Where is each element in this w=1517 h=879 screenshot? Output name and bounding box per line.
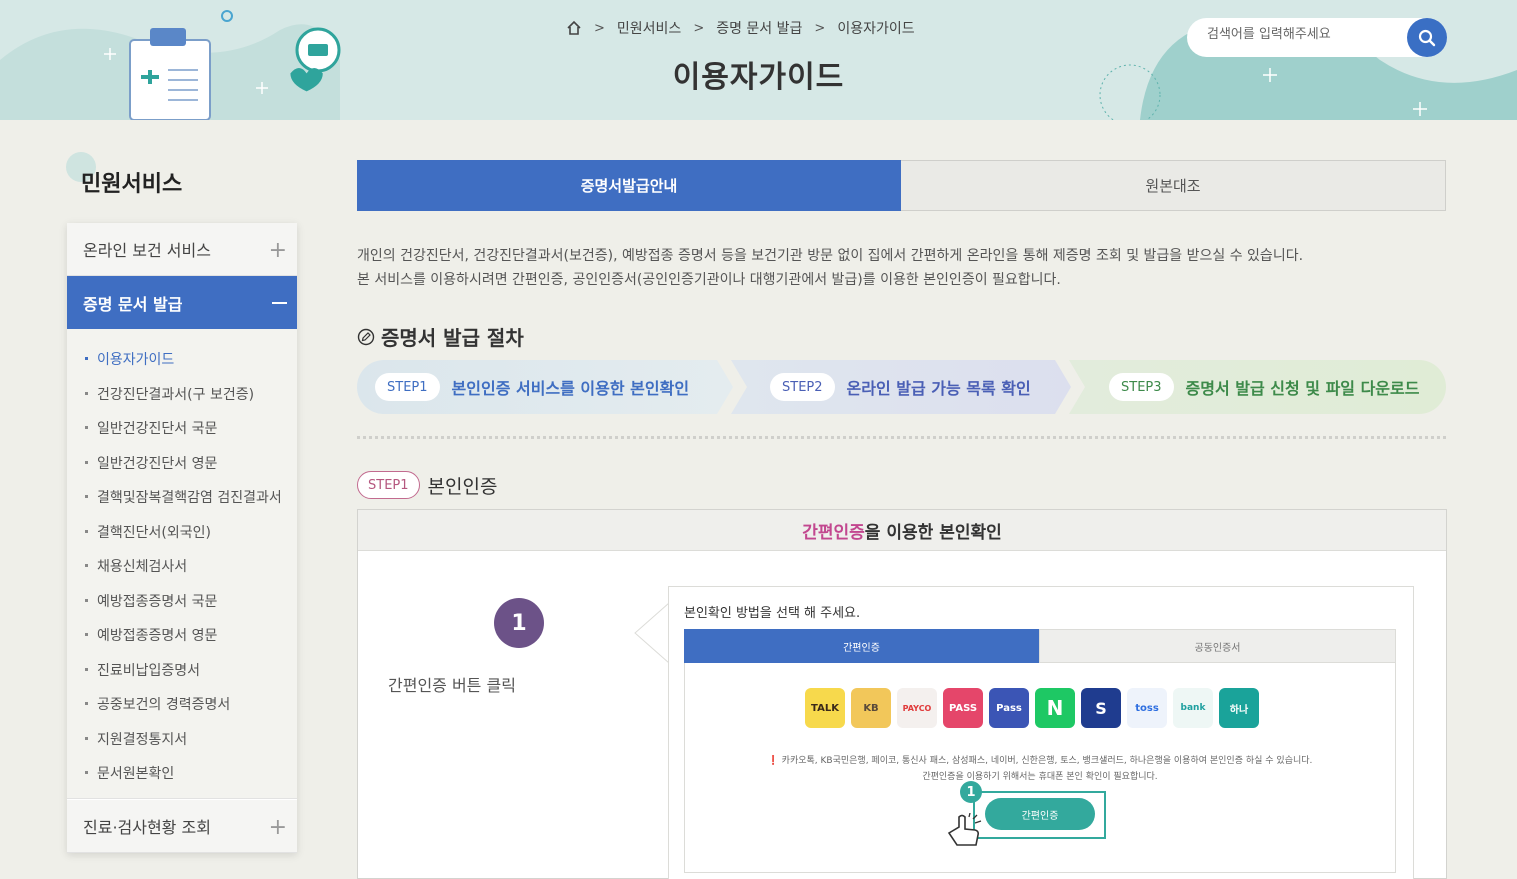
sidebar-item-certificate-issue[interactable]: 증명 문서 발급 bbox=[67, 276, 297, 329]
content-tabs: 증명서발급안내 원본대조 bbox=[357, 160, 1446, 211]
auth-question: 본인확인 방법을 선택 해 주세요. bbox=[684, 606, 861, 621]
submenu-item[interactable]: 예방접종증명서 국문 bbox=[85, 591, 217, 611]
submenu-item[interactable]: 결핵진단서(외국인) bbox=[85, 522, 211, 542]
procedure-step-1: STEP1 본인인증 서비스를 이용한 본인확인 bbox=[375, 360, 689, 414]
info-icon: ❗ bbox=[767, 756, 779, 766]
sidebar-item-label: 증명 문서 발급 bbox=[83, 294, 183, 314]
sidebar-item-online-health[interactable]: 온라인 보건 서비스 + bbox=[67, 223, 297, 276]
submenu-item[interactable]: 공중보건의 경력증명서 bbox=[85, 694, 230, 714]
step1-badge: STEP1 bbox=[357, 471, 420, 499]
procedure-step-3: STEP3 증명서 발급 신청 및 파일 다운로드 bbox=[1109, 360, 1419, 414]
breadcrumb-item[interactable]: 이용자가이드 bbox=[837, 18, 914, 38]
auth-note: 간편인증을 이용하기 위해서는 휴대폰 본인 확인이 필요합니다. bbox=[922, 772, 1158, 782]
submenu-item[interactable]: 채용신체검사서 bbox=[85, 556, 187, 576]
guide-title-highlight: 간편인증 bbox=[802, 522, 865, 543]
submenu-item[interactable]: 일반건강진단서 국문 bbox=[85, 418, 217, 438]
search-box bbox=[1187, 18, 1447, 57]
auth-tab-simple[interactable]: 간편인증 bbox=[684, 629, 1039, 663]
auth-screenshot: 본인확인 방법을 선택 해 주세요. 간편인증 공동인증서 TALK KB PA… bbox=[668, 586, 1414, 879]
intro-line: 개인의 건강진단서, 건강진단결과서(보건증), 예방접종 증명서 등을 보건기… bbox=[357, 248, 1304, 264]
breadcrumb-item[interactable]: 증명 문서 발급 bbox=[716, 18, 802, 38]
chevron-right-icon: > bbox=[814, 20, 826, 36]
home-icon[interactable] bbox=[566, 20, 582, 36]
submenu-item[interactable]: 일반건강진단서 영문 bbox=[85, 453, 217, 473]
hana-bank-icon[interactable]: 하나 bbox=[1219, 688, 1259, 728]
procedure-step-2: STEP2 온라인 발급 가능 목록 확인 bbox=[770, 360, 1031, 414]
step1-heading: STEP1 본인인증 bbox=[357, 471, 497, 499]
step1-title: 본인인증 bbox=[427, 475, 498, 498]
submenu-item[interactable]: 결핵및잠복결핵감염 검진결과서 bbox=[85, 487, 282, 507]
chevron-right-icon: > bbox=[594, 20, 605, 36]
search-input[interactable] bbox=[1207, 27, 1397, 42]
submenu-item[interactable]: 예방접종증명서 영문 bbox=[85, 625, 217, 645]
shinhan-bank-icon[interactable]: S bbox=[1081, 688, 1121, 728]
submenu-item[interactable]: 건강진단결과서(구 보건증) bbox=[85, 384, 254, 404]
step1-guide-box: 간편인증 을 이용한 본인확인 1 간편인증 버튼 클릭 본인확인 방법을 선택 … bbox=[357, 509, 1447, 879]
submenu-item[interactable]: 지원결정통지서 bbox=[85, 729, 187, 749]
intro-text: 개인의 건강진단서, 건강진단결과서(보건증), 예방접종 증명서 등을 보건기… bbox=[357, 244, 1303, 292]
tab-certificate-guide[interactable]: 증명서발급안내 bbox=[357, 160, 901, 211]
sidebar: 온라인 보건 서비스 + 증명 문서 발급 이용자가이드 건강진단결과서(구 보… bbox=[67, 223, 297, 853]
procedure-heading: 증명서 발급 절차 bbox=[357, 322, 524, 351]
step-text: 온라인 발급 가능 목록 확인 bbox=[846, 379, 1031, 398]
breadcrumb-item[interactable]: 민원서비스 bbox=[617, 18, 681, 38]
sidebar-submenu: 이용자가이드 건강진단결과서(구 보건증) 일반건강진단서 국문 일반건강진단서… bbox=[67, 329, 297, 799]
minus-icon bbox=[272, 302, 287, 304]
submenu-item[interactable]: 진료비납입증명서 bbox=[85, 660, 200, 680]
tab-original-compare[interactable]: 원본대조 bbox=[901, 160, 1446, 211]
search-button[interactable] bbox=[1407, 18, 1447, 57]
step-badge: STEP1 bbox=[375, 373, 440, 401]
step-caption: 간편인증 버튼 클릭 bbox=[388, 676, 516, 695]
samsung-pass-icon[interactable]: Pass bbox=[989, 688, 1029, 728]
sidebar-item-label: 온라인 보건 서비스 bbox=[83, 241, 211, 260]
naver-icon[interactable]: N bbox=[1035, 688, 1075, 728]
step-number-badge: 1 bbox=[494, 598, 544, 648]
procedure-title: 증명서 발급 절차 bbox=[381, 326, 524, 350]
banksalad-icon[interactable]: bank bbox=[1173, 688, 1213, 728]
guide-title-rest: 을 이용한 본인확인 bbox=[864, 522, 1002, 543]
plus-icon: + bbox=[268, 238, 287, 263]
plus-icon: + bbox=[268, 815, 287, 840]
procedure-steps: STEP1 본인인증 서비스를 이용한 본인확인 STEP2 온라인 발급 가능… bbox=[357, 360, 1446, 414]
sidebar-item-treatment-status[interactable]: 진료·검사현황 조회 + bbox=[67, 800, 297, 853]
auth-tab-certificate[interactable]: 공동인증서 bbox=[1039, 629, 1396, 663]
toss-icon[interactable]: toss bbox=[1127, 688, 1167, 728]
step-text: 본인인증 서비스를 이용한 본인확인 bbox=[451, 379, 690, 398]
header-banner: > 민원서비스 > 증명 문서 발급 > 이용자가이드 이용자가이드 bbox=[0, 0, 1517, 120]
callout-arrow bbox=[634, 603, 670, 663]
pointer-hand-icon bbox=[947, 813, 982, 846]
page-title: 이용자가이드 bbox=[672, 60, 845, 95]
provider-list: TALK KB PAYCO PASS Pass N S toss bank 하나 bbox=[805, 688, 1259, 728]
pass-icon[interactable]: PASS bbox=[943, 688, 983, 728]
kb-bank-icon[interactable]: KB bbox=[851, 688, 891, 728]
auth-body: TALK KB PAYCO PASS Pass N S toss bank 하나… bbox=[684, 663, 1396, 873]
simple-auth-button[interactable]: 간편인증 bbox=[985, 798, 1095, 830]
step-badge: STEP3 bbox=[1109, 373, 1174, 401]
guide-box-title: 간편인증 을 이용한 본인확인 bbox=[358, 510, 1446, 551]
breadcrumb: > 민원서비스 > 증명 문서 발급 > 이용자가이드 bbox=[566, 18, 915, 38]
auth-note: ❗ 카카오톡, KB국민은행, 페이코, 통신사 패스, 삼성패스, 네이버, … bbox=[767, 756, 1313, 766]
pencil-circle-icon bbox=[357, 328, 375, 345]
step-badge: STEP2 bbox=[770, 373, 835, 401]
kakaotalk-icon[interactable]: TALK bbox=[805, 688, 845, 728]
payco-icon[interactable]: PAYCO bbox=[897, 688, 937, 728]
submenu-item[interactable]: 이용자가이드 bbox=[85, 349, 174, 369]
step-marker: 1 bbox=[960, 781, 982, 803]
step-text: 증명서 발급 신청 및 파일 다운로드 bbox=[1185, 379, 1420, 398]
highlight-frame: 간편인증 bbox=[973, 791, 1106, 839]
sidebar-title: 민원서비스 bbox=[81, 172, 183, 197]
chevron-right-icon: > bbox=[693, 20, 705, 36]
search-icon bbox=[1418, 29, 1436, 46]
submenu-item[interactable]: 문서원본확인 bbox=[85, 763, 174, 783]
divider bbox=[357, 436, 1446, 439]
auth-tabs: 간편인증 공동인증서 bbox=[684, 629, 1396, 663]
intro-line: 본 서비스를 이용하시려면 간편인증, 공인인증서(공인인증기관이나 대행기관에… bbox=[357, 272, 1061, 288]
sidebar-item-label: 진료·검사현황 조회 bbox=[83, 818, 211, 837]
